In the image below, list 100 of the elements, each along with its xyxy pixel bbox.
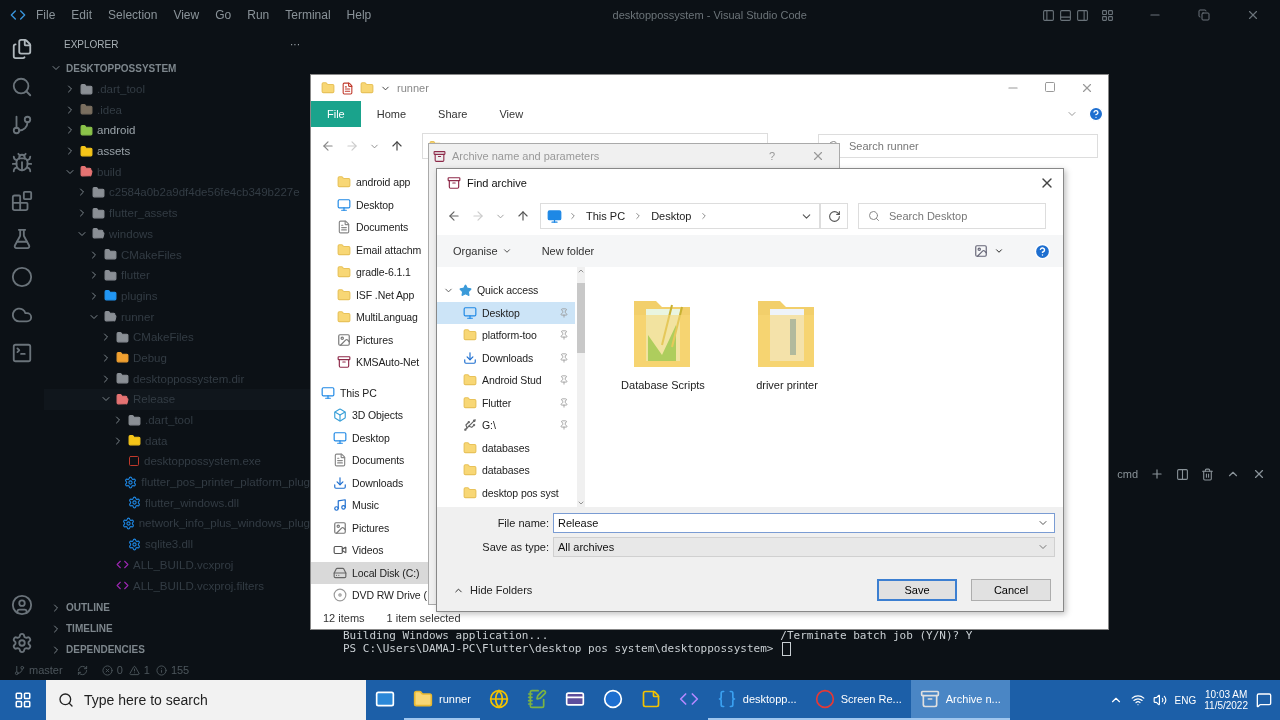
sidebar-section[interactable]: DEPENDENCIES <box>66 644 145 655</box>
menu-item[interactable]: Run <box>241 8 276 22</box>
language-indicator[interactable]: ENG <box>1174 694 1197 706</box>
tree-root[interactable]: DESKTOPPOSSYSTEM <box>44 58 310 79</box>
help-icon[interactable] <box>1034 242 1051 260</box>
taskbar-app[interactable]: runner <box>404 680 480 720</box>
sidebar-section[interactable]: OUTLINE <box>66 602 110 613</box>
restore-icon[interactable] <box>1198 9 1210 21</box>
nav-item[interactable]: Android Stud <box>437 369 575 392</box>
trash-icon[interactable] <box>1201 467 1214 481</box>
close-icon[interactable] <box>1246 8 1260 22</box>
sync-icon[interactable] <box>76 664 88 676</box>
scrollbar[interactable] <box>577 267 585 507</box>
dialog-button[interactable]: Save <box>877 579 957 601</box>
menu-item[interactable]: Edit <box>65 8 99 22</box>
menu-item[interactable]: Help <box>340 8 378 22</box>
nav-item[interactable]: databases <box>437 436 575 459</box>
clock-time[interactable]: 10:03 AM <box>1205 689 1248 700</box>
nav-item[interactable]: android app <box>311 171 435 194</box>
split-icon[interactable] <box>1176 467 1189 481</box>
search-field[interactable]: Type here to search <box>46 680 366 720</box>
extensions-icon[interactable] <box>11 190 33 212</box>
maximize-icon[interactable] <box>1044 81 1056 93</box>
notification-icon[interactable] <box>1256 692 1272 708</box>
search-field[interactable]: Search runner <box>818 134 1098 158</box>
nav-item[interactable]: Music <box>311 494 435 517</box>
hide-folders-button[interactable]: Hide Folders <box>447 583 539 597</box>
file-name-field[interactable]: Release <box>553 513 1055 533</box>
files-icon[interactable] <box>11 38 33 60</box>
nav-item[interactable]: Quick access <box>437 279 569 302</box>
layout-icon[interactable] <box>1042 8 1055 22</box>
volume-icon[interactable] <box>1152 693 1167 707</box>
nav-item[interactable]: Pictures <box>311 516 435 539</box>
taskbar-app[interactable]: Archive n... <box>910 680 1010 720</box>
account-icon[interactable] <box>11 594 33 616</box>
breadcrumb-link[interactable]: Desktop <box>649 210 694 222</box>
nav-item[interactable]: Downloads <box>311 471 435 494</box>
view-icon[interactable] <box>974 244 988 258</box>
search-field[interactable]: Search Desktop <box>858 203 1046 229</box>
menu-item[interactable]: Terminal <box>279 8 337 22</box>
up-icon[interactable] <box>516 209 530 223</box>
breadcrumb-link[interactable]: This PC <box>584 210 628 222</box>
nav-item[interactable]: Desktop <box>311 193 435 216</box>
taskbar-app[interactable]: desktopp... <box>707 680 806 720</box>
nav-item[interactable]: Documents <box>311 216 435 239</box>
dialog-button[interactable]: Cancel <box>971 579 1051 601</box>
scroll-down-icon[interactable] <box>577 499 585 507</box>
terminal-icon[interactable] <box>11 342 33 364</box>
ribbon-tab[interactable]: View <box>483 101 540 127</box>
nav-item[interactable]: Email attachm <box>311 238 435 261</box>
layout-icon[interactable] <box>1076 8 1089 22</box>
menu-item[interactable]: File <box>30 8 62 22</box>
nav-item[interactable]: Flutter <box>437 391 575 414</box>
menu-item[interactable]: View <box>167 8 206 22</box>
organise-button[interactable]: Organise <box>453 245 512 257</box>
help-icon[interactable] <box>1088 106 1104 122</box>
nav-item[interactable]: desktop pos syst <box>437 481 575 504</box>
address-bar[interactable]: This PC Desktop <box>540 203 820 229</box>
close-icon[interactable] <box>1252 467 1266 481</box>
plus-icon[interactable] <box>1150 467 1164 481</box>
debug-icon[interactable] <box>11 152 33 174</box>
tree-item[interactable]: android <box>44 120 310 141</box>
menu-item[interactable]: Selection <box>102 8 164 22</box>
properties-icon[interactable] <box>341 81 354 95</box>
circle-icon[interactable] <box>11 266 33 288</box>
flask-icon[interactable] <box>11 228 33 250</box>
scroll-up-icon[interactable] <box>577 267 585 275</box>
nav-item[interactable]: Desktop <box>311 426 435 449</box>
branch-icon[interactable] <box>11 114 33 136</box>
nav-item[interactable]: 3D Objects <box>311 404 435 427</box>
tree-item[interactable]: assets <box>44 140 310 162</box>
nav-item[interactable]: platform-too <box>437 324 575 347</box>
layout-icon[interactable] <box>1059 8 1072 22</box>
nav-item[interactable]: G:\ <box>437 414 575 437</box>
clock-date[interactable]: 11/5/2022 <box>1204 700 1248 711</box>
sidebar-section[interactable]: TIMELINE <box>66 623 113 634</box>
nav-item[interactable]: databases <box>437 459 575 482</box>
caret-icon[interactable] <box>994 246 1004 256</box>
wifi-icon[interactable] <box>1130 693 1145 707</box>
settings-icon[interactable] <box>11 632 33 654</box>
layout-icon[interactable] <box>1101 8 1114 22</box>
refresh-button[interactable] <box>820 203 848 229</box>
folder-label[interactable]: Database Scripts <box>621 379 705 391</box>
save-type-dropdown[interactable]: All archives <box>553 537 1055 557</box>
folder-label[interactable]: driver printer <box>756 379 818 391</box>
nav-item[interactable]: Desktop <box>437 301 575 324</box>
ribbon-tab[interactable]: Home <box>360 101 423 127</box>
more-actions[interactable]: ··· <box>290 38 300 50</box>
back-icon[interactable] <box>321 139 335 153</box>
nav-item[interactable]: Documents <box>311 449 435 472</box>
nav-item[interactable]: Pictures <box>311 328 435 351</box>
ribbon-tab[interactable]: Share <box>422 101 484 127</box>
back-icon[interactable] <box>447 209 461 223</box>
nav-item[interactable]: This PC <box>311 381 435 404</box>
nav-item[interactable]: Downloads <box>437 346 575 369</box>
up-icon[interactable] <box>390 139 404 153</box>
nav-item[interactable]: MultiLanguag <box>311 306 435 329</box>
new-folder-button[interactable]: New folder <box>541 245 595 257</box>
menu-item[interactable]: Go <box>209 8 238 22</box>
nav-item[interactable]: ISF .Net App <box>311 283 435 306</box>
